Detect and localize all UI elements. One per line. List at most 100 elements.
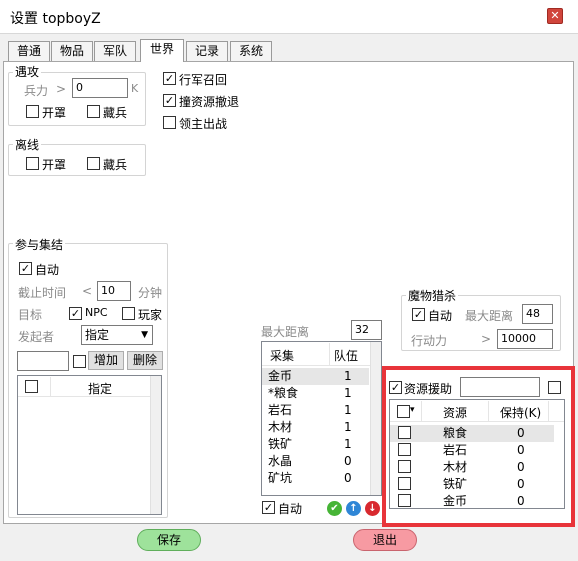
monster-stamina-gt-sign: > <box>481 332 492 346</box>
confirm-check-icon[interactable]: ✔ <box>327 501 342 516</box>
rally-deadline-label: 截止时间 <box>18 286 67 300</box>
rally-initiator-checkbox[interactable] <box>73 355 86 368</box>
rally-initiator-select-value: 指定 <box>85 328 110 342</box>
encounter-group-title: 遇攻 <box>13 63 42 80</box>
march-recall-checkbox[interactable]: ✓ <box>163 72 176 85</box>
lord-attack-checkbox[interactable] <box>163 116 176 129</box>
resource-aid-row[interactable]: 岩石 0 <box>390 442 554 459</box>
resource-aid-row-keep: 0 <box>517 426 525 440</box>
gather-row-name: 岩石 <box>268 403 293 417</box>
encounter-hide-troops-checkbox[interactable] <box>87 105 100 118</box>
gather-row-team: 1 <box>344 369 352 383</box>
monster-auto-label: 自动 <box>428 309 453 323</box>
rally-deadline-lt-sign: < <box>82 284 93 298</box>
rally-initiator-name-input[interactable] <box>17 351 69 371</box>
tab-army[interactable]: 军队 <box>94 41 136 61</box>
move-down-icon[interactable]: ↓ <box>365 501 380 516</box>
monster-max-distance-label: 最大距离 <box>465 309 514 323</box>
resource-aid-row-checkbox[interactable] <box>398 494 411 507</box>
gather-row[interactable]: 水晶 0 <box>262 453 369 470</box>
resource-aid-header-divider-3 <box>548 401 549 421</box>
gather-row-team: 1 <box>344 437 352 451</box>
troop-unit: K <box>131 82 139 95</box>
troop-threshold-input[interactable]: 0 <box>72 78 128 98</box>
tab-general[interactable]: 普通 <box>8 41 50 61</box>
resource-aid-row-checkbox[interactable] <box>398 460 411 473</box>
rally-initiator-label: 发起者 <box>18 330 55 344</box>
resource-aid-extra-checkbox[interactable] <box>548 381 561 394</box>
resource-aid-col-keep: 保持(K) <box>500 406 542 420</box>
monster-auto-checkbox[interactable]: ✓ <box>412 308 425 321</box>
gather-row[interactable]: 木材 1 <box>262 419 369 436</box>
resource-aid-row-name: 木材 <box>443 460 468 474</box>
gather-max-distance-input[interactable]: 32 <box>351 320 382 340</box>
resource-aid-row-checkbox[interactable] <box>398 443 411 456</box>
gather-row-name: *粮食 <box>268 386 299 400</box>
resource-aid-row[interactable]: 金币 0 <box>390 493 554 510</box>
resource-retreat-checkbox[interactable]: ✓ <box>163 94 176 107</box>
rally-list-header-divider <box>50 377 51 396</box>
move-up-icon[interactable]: ↑ <box>346 501 361 516</box>
troop-label: 兵力 <box>24 84 49 98</box>
encounter-open-cover-checkbox[interactable] <box>26 105 39 118</box>
encounter-hide-troops-label: 藏兵 <box>103 106 128 120</box>
gather-row-name: 金币 <box>268 369 293 383</box>
resource-aid-row-checkbox[interactable] <box>398 426 411 439</box>
resource-aid-select-all-checkbox[interactable] <box>397 405 410 418</box>
rally-npc-checkbox[interactable]: ✓ <box>69 307 82 320</box>
gather-auto-checkbox[interactable]: ✓ <box>262 501 275 514</box>
rally-player-label: 玩家 <box>138 308 163 322</box>
resource-aid-row-name: 铁矿 <box>443 477 468 491</box>
exit-button[interactable]: 退出 <box>353 529 417 551</box>
tab-world[interactable]: 世界 <box>140 39 184 62</box>
gather-row[interactable]: 铁矿 1 <box>262 436 369 453</box>
rally-auto-checkbox[interactable]: ✓ <box>19 262 32 275</box>
offline-open-cover-label: 开罩 <box>42 158 67 172</box>
chevron-down-icon: ▼ <box>141 330 148 340</box>
rally-list-scrollbar[interactable] <box>150 376 161 514</box>
rally-list-select-all-checkbox[interactable] <box>25 380 38 393</box>
gather-col-gather: 采集 <box>270 349 295 363</box>
tab-records[interactable]: 记录 <box>186 41 228 61</box>
monster-stamina-input[interactable]: 10000 <box>497 329 553 349</box>
resource-aid-row[interactable]: 粮食 0 <box>390 425 554 442</box>
resource-aid-row-checkbox[interactable] <box>398 477 411 490</box>
resource-aid-row-name: 岩石 <box>443 443 468 457</box>
resource-aid-checkbox[interactable]: ✓ <box>389 381 402 394</box>
rally-npc-label: NPC <box>85 306 108 319</box>
resource-aid-label: 资源援助 <box>404 382 453 396</box>
rally-list-header-label: 指定 <box>88 382 113 396</box>
resource-aid-row-keep: 0 <box>517 443 525 457</box>
tab-system[interactable]: 系统 <box>230 41 272 61</box>
resource-aid-row[interactable]: 铁矿 0 <box>390 476 554 493</box>
gather-row[interactable]: *粮食 1 <box>262 385 369 402</box>
rally-deadline-input[interactable]: 10 <box>97 281 131 301</box>
close-button[interactable]: ✕ <box>547 8 563 24</box>
monster-max-distance-input[interactable]: 48 <box>522 304 553 324</box>
gather-row[interactable]: 矿坑 0 <box>262 470 369 487</box>
rally-delete-button[interactable]: 删除 <box>127 351 163 370</box>
monster-hunt-group-title: 魔物猎杀 <box>406 287 459 304</box>
rally-player-checkbox[interactable] <box>122 307 135 320</box>
encounter-open-cover-label: 开罩 <box>42 106 67 120</box>
gather-col-team: 队伍 <box>334 349 359 363</box>
window-title: 设置 topboyZ <box>10 11 101 27</box>
rally-group-title: 参与集结 <box>13 236 66 253</box>
resource-aid-target-input[interactable] <box>460 377 540 397</box>
gather-row[interactable]: 岩石 1 <box>262 402 369 419</box>
offline-open-cover-checkbox[interactable] <box>26 157 39 170</box>
save-button[interactable]: 保存 <box>137 529 201 551</box>
offline-group-title: 离线 <box>13 136 42 153</box>
resource-aid-row-keep: 0 <box>517 460 525 474</box>
offline-hide-troops-checkbox[interactable] <box>87 157 100 170</box>
rally-initiator-select[interactable]: 指定 ▼ <box>81 325 153 345</box>
gather-row-name: 木材 <box>268 420 293 434</box>
rally-deadline-unit: 分钟 <box>138 286 163 300</box>
gather-auto-label: 自动 <box>278 502 303 516</box>
resource-aid-row-name: 金币 <box>443 494 468 508</box>
gather-row[interactable]: 金币 1 <box>262 368 369 385</box>
tab-items[interactable]: 物品 <box>51 41 93 61</box>
resource-aid-row[interactable]: 木材 0 <box>390 459 554 476</box>
gather-list-scrollbar[interactable] <box>370 342 381 495</box>
rally-add-button[interactable]: 增加 <box>88 351 124 370</box>
